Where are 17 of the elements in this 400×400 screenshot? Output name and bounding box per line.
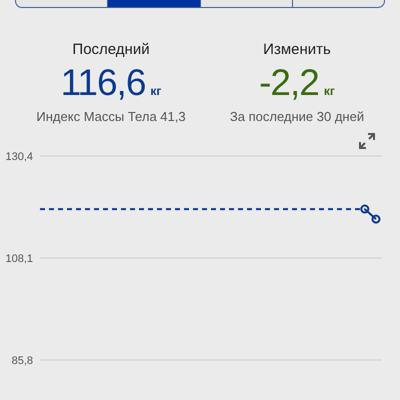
summary-title: Изменить xyxy=(263,41,331,58)
summary-caption: За последние 30 дней xyxy=(230,109,364,124)
data-point xyxy=(372,214,380,224)
axis-tick-label: 108,1 xyxy=(5,253,33,265)
unit-label: кг xyxy=(150,84,162,98)
segment-tab[interactable] xyxy=(15,0,108,8)
summary-value: -2,2 xyxy=(259,62,319,104)
summary-value: 116,6 xyxy=(60,62,146,104)
axis-tick-label: 85,8 xyxy=(12,355,33,366)
unit-label: кг xyxy=(324,84,335,98)
segment-tab[interactable] xyxy=(292,0,385,8)
expand-icon[interactable] xyxy=(358,132,376,150)
summary-caption: Индекс Массы Тела 41,3 xyxy=(36,109,186,124)
data-point xyxy=(360,204,370,214)
axis-tick-label: 130,4 xyxy=(5,151,33,163)
summary-title: Последний xyxy=(72,41,150,58)
segment-tab[interactable] xyxy=(200,0,293,8)
